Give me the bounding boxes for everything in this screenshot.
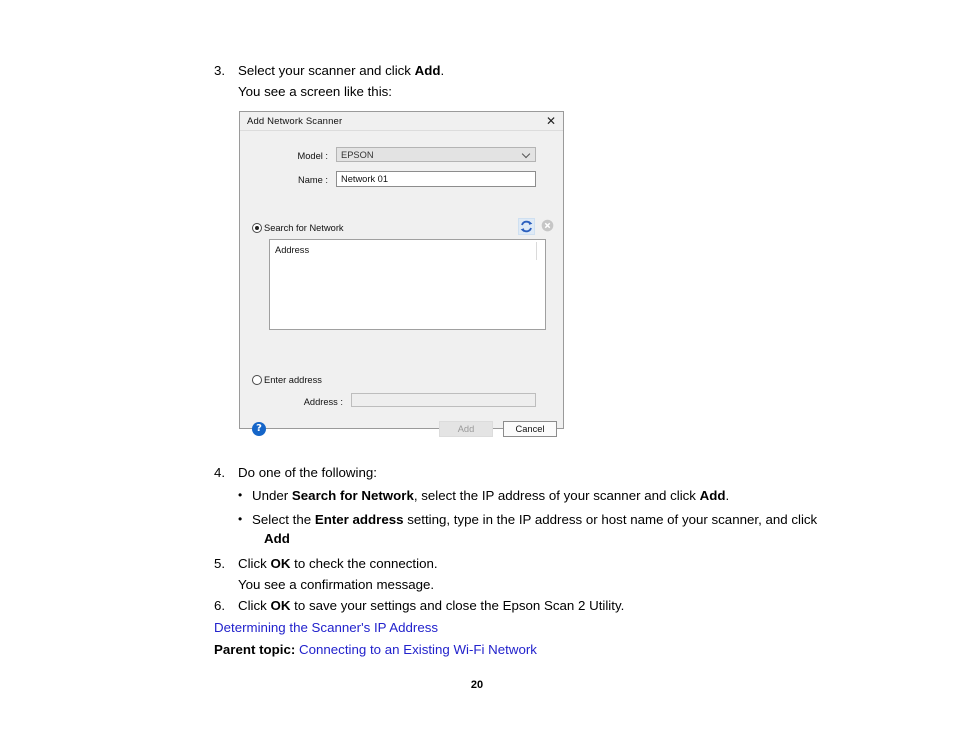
list-column-header-address: Address xyxy=(275,245,310,255)
step-3-text-after: . xyxy=(440,63,445,78)
address-label: Address : xyxy=(303,397,343,407)
step-6-text: Click OK to save your settings and close… xyxy=(238,595,854,616)
bullet-item: • Select the Enter address setting, type… xyxy=(238,510,854,548)
step-3-number: 3. xyxy=(214,63,226,78)
add-network-scanner-dialog: Add Network Scanner ✕ Model : EPSON Name… xyxy=(239,111,564,437)
step-6-text-after: to save your settings and close the Epso… xyxy=(290,598,625,613)
step-5-text: Click OK to check the connection. xyxy=(238,553,854,574)
bullet-dot-icon: • xyxy=(238,488,243,502)
bullet-item: • Under Search for Network, select the I… xyxy=(238,486,854,505)
step-3: 3. Select your scanner and click Add. xyxy=(214,60,854,81)
bullet-1-bold1: Search for Network xyxy=(291,488,414,503)
refresh-icon[interactable] xyxy=(518,218,535,235)
parent-topic-label: Parent topic: xyxy=(214,642,296,657)
column-divider xyxy=(536,242,537,260)
step-3-bold: Add xyxy=(414,63,441,78)
link-parent-topic[interactable]: Connecting to an Existing Wi-Fi Network xyxy=(299,642,537,657)
name-input-value: Network 01 xyxy=(341,174,389,184)
step-5-subline: You see a confirmation message. xyxy=(238,577,435,592)
radio-enter-address[interactable]: Enter address xyxy=(252,375,322,385)
scanner-address-list[interactable]: Address xyxy=(269,239,546,330)
bullet-text: Select the Enter address setting, type i… xyxy=(252,510,854,548)
radio-enter-address-label: Enter address xyxy=(264,375,322,385)
chevron-down-icon xyxy=(523,151,530,158)
step-3-text-before: Select your scanner and click xyxy=(238,63,415,78)
step-5: 5. Click OK to check the connection. xyxy=(214,553,854,574)
bullet-text: Under Search for Network, select the IP … xyxy=(252,486,854,505)
bullet-2-bold1: Enter address xyxy=(314,512,404,527)
add-button[interactable]: Add xyxy=(439,421,493,437)
page-number: 20 xyxy=(470,679,484,691)
document-page: 3. Select your scanner and click Add. Yo… xyxy=(0,0,954,738)
bullet-2-bold2: Add xyxy=(264,531,290,546)
bullet-1-part3: . xyxy=(725,488,730,503)
radio-search-label: Search for Network xyxy=(264,223,344,233)
model-label: Model : xyxy=(297,151,329,161)
name-input[interactable]: Network 01 xyxy=(336,171,536,187)
dialog-body: Model : EPSON Name : Network 01 Search f… xyxy=(241,131,562,437)
related-link-line: Determining the Scanner's IP Address xyxy=(214,617,854,638)
link-determining-scanner-ip[interactable]: Determining the Scanner's IP Address xyxy=(214,620,438,635)
step-5-number: 5. xyxy=(214,556,226,571)
step-4: 4. Do one of the following: xyxy=(214,462,854,483)
stop-search-icon-svg xyxy=(541,219,554,232)
parent-topic-line: Parent topic: Connecting to an Existing … xyxy=(214,639,854,660)
step-6-bold: OK xyxy=(270,598,291,613)
radio-icon-unselected xyxy=(252,375,262,385)
bullet-dot-icon: • xyxy=(238,512,243,526)
radio-search-for-network[interactable]: Search for Network xyxy=(252,223,344,233)
bullet-2-part2: setting, type in the IP address or host … xyxy=(403,512,818,527)
step-4-number: 4. xyxy=(214,465,226,480)
step-6: 6. Click OK to save your settings and cl… xyxy=(214,595,854,616)
step-5-text-after: to check the connection. xyxy=(290,556,438,571)
step-5-bold: OK xyxy=(270,556,291,571)
step-5-text-before: Click xyxy=(238,556,271,571)
step-3-subline: You see a screen like this: xyxy=(238,84,392,99)
address-input[interactable] xyxy=(351,393,536,407)
model-select-value: EPSON xyxy=(341,150,374,160)
cancel-button[interactable]: Cancel xyxy=(503,421,557,437)
step-3-text: Select your scanner and click Add. xyxy=(238,60,854,81)
close-icon[interactable]: ✕ xyxy=(543,114,559,129)
stop-search-icon xyxy=(540,218,557,235)
name-label: Name : xyxy=(298,175,328,185)
step-6-text-before: Click xyxy=(238,598,271,613)
bullet-1-part1: Under xyxy=(252,488,292,503)
bullet-2-part1: Select the xyxy=(252,512,315,527)
refresh-icon-svg xyxy=(520,220,533,233)
bullet-1-bold2: Add xyxy=(699,488,726,503)
dialog-titlebar: Add Network Scanner ✕ xyxy=(240,112,563,131)
dialog-title: Add Network Scanner xyxy=(247,116,343,127)
step-6-number: 6. xyxy=(214,598,226,613)
help-icon[interactable]: ? xyxy=(252,422,266,436)
step-4-text: Do one of the following: xyxy=(238,465,377,480)
model-select[interactable]: EPSON xyxy=(336,147,536,162)
step-4-bullet-list: • Under Search for Network, select the I… xyxy=(238,486,854,548)
bullet-1-part2: , select the IP address of your scanner … xyxy=(413,488,700,503)
radio-icon-selected xyxy=(252,223,262,233)
